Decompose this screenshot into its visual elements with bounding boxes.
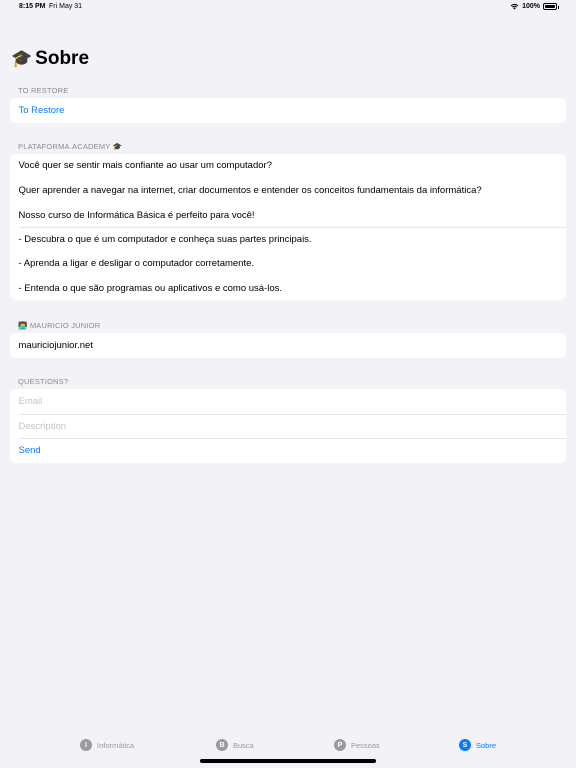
pessoas-icon: P — [334, 739, 346, 751]
status-indicators: 100% — [510, 3, 559, 10]
academy-bullet-1: - Descubra o que é um computador e conhe… — [18, 234, 312, 245]
tab-label: Busca — [233, 740, 254, 750]
academy-bullet-2: - Aprenda a ligar e desligar o computado… — [18, 258, 255, 269]
send-button[interactable]: Send — [10, 438, 566, 463]
graduation-cap-icon: 🎓 — [11, 49, 33, 68]
tab-pessoas[interactable]: P Pessoas — [334, 739, 380, 751]
sobre-icon: S — [459, 739, 471, 751]
status-bar: 8:15 PM Fri May 31 100% — [0, 0, 576, 14]
restore-group: To Restore — [10, 98, 566, 123]
status-time: 8:15 PM — [19, 3, 46, 10]
page-title: 🎓 Sobre — [11, 48, 89, 70]
questions-group: Email Description Send — [10, 389, 566, 464]
section-header-author: 👨‍💻 MAURICIO JUNIOR — [18, 321, 101, 330]
section-header-questions: QUESTIONS? — [18, 377, 69, 386]
status-date: Fri May 31 — [49, 3, 83, 10]
tab-busca[interactable]: B Busca — [216, 739, 254, 751]
description-field[interactable]: Description — [10, 413, 566, 439]
academy-intro-3: Nosso curso de Informática Básica é perf… — [18, 210, 255, 221]
tab-informatica[interactable]: I Informática — [80, 739, 134, 751]
battery-percent: 100% — [522, 3, 540, 10]
section-header-restore: TO RESTORE — [18, 86, 69, 95]
tab-sobre[interactable]: S Sobre — [459, 739, 496, 751]
academy-divider — [18, 227, 566, 228]
email-field[interactable]: Email — [10, 389, 566, 414]
home-indicator[interactable] — [200, 759, 376, 763]
section-header-academy: PLATAFORMA.ACADEMY 🎓 — [18, 142, 123, 151]
battery-icon — [543, 3, 559, 10]
restore-button[interactable]: To Restore — [10, 98, 566, 123]
tab-label: Pessoas — [351, 740, 380, 750]
tab-label: Informática — [97, 740, 135, 750]
academy-bullet-3: - Entenda o que são programas ou aplicat… — [18, 283, 283, 294]
informatica-icon: I — [80, 739, 92, 751]
wifi-icon — [510, 3, 519, 10]
author-group: mauriciojunior.net — [10, 333, 566, 358]
academy-intro-2: Quer aprender a navegar na internet, cri… — [18, 185, 482, 196]
page-title-text: Sobre — [35, 48, 90, 69]
academy-intro-1: Você quer se sentir mais confiante ao us… — [18, 160, 272, 171]
tab-label: Sobre — [476, 740, 497, 750]
author-link[interactable]: mauriciojunior.net — [10, 333, 566, 358]
busca-icon: B — [216, 739, 228, 751]
